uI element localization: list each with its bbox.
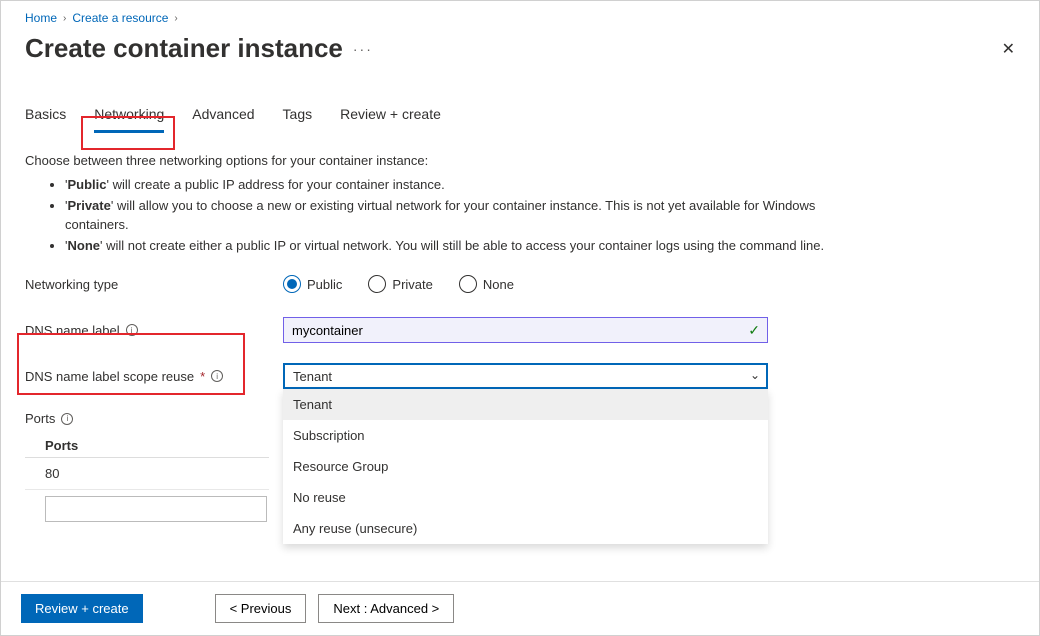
review-create-button[interactable]: Review + create [21, 594, 143, 623]
dns-scope-label: DNS name label scope reuse [25, 369, 194, 384]
dropdown-item-no-reuse[interactable]: No reuse [283, 482, 768, 513]
tab-advanced[interactable]: Advanced [192, 106, 254, 133]
tab-review[interactable]: Review + create [340, 106, 441, 133]
tab-basics[interactable]: Basics [25, 106, 66, 133]
check-icon: ✓ [748, 322, 760, 339]
dns-scope-dropdown: Tenant Subscription Resource Group No re… [283, 389, 768, 544]
radio-public[interactable]: Public [283, 275, 342, 293]
ports-column-header: Ports [25, 432, 269, 458]
networking-type-radios: Public Private None [283, 275, 768, 293]
bullet-public: 'Public' will create a public IP address… [65, 176, 825, 195]
breadcrumb-create-resource[interactable]: Create a resource [72, 11, 168, 25]
page-title: Create container instance [25, 33, 343, 64]
next-button[interactable]: Next : Advanced > [318, 594, 454, 623]
breadcrumb: Home › Create a resource › [25, 11, 1015, 25]
tab-tags[interactable]: Tags [283, 106, 313, 133]
bullet-private: 'Private' will allow you to choose a new… [65, 197, 825, 235]
radio-none[interactable]: None [459, 275, 514, 293]
dns-scope-select[interactable]: Tenant ⌄ [283, 363, 768, 389]
intro-text: Choose between three networking options … [25, 153, 785, 168]
dropdown-item-tenant[interactable]: Tenant [283, 389, 768, 420]
info-icon[interactable]: i [61, 413, 73, 425]
dns-name-label: DNS name label [25, 323, 120, 338]
ports-label: Ports [25, 411, 55, 426]
close-icon[interactable]: ✕ [1002, 39, 1015, 59]
tabs: Basics Networking Advanced Tags Review +… [25, 106, 1015, 133]
chevron-down-icon: ⌄ [750, 368, 760, 382]
tab-networking[interactable]: Networking [94, 106, 164, 133]
dropdown-item-subscription[interactable]: Subscription [283, 420, 768, 451]
bullet-none: 'None' will not create either a public I… [65, 237, 825, 256]
radio-dot-icon [283, 275, 301, 293]
radio-private[interactable]: Private [368, 275, 432, 293]
dropdown-item-resource-group[interactable]: Resource Group [283, 451, 768, 482]
info-icon[interactable]: i [211, 370, 223, 382]
radio-dot-icon [459, 275, 477, 293]
port-input-new[interactable] [45, 496, 267, 522]
port-row[interactable]: 80 [25, 458, 269, 490]
dropdown-item-any-reuse[interactable]: Any reuse (unsecure) [283, 513, 768, 544]
footer: Review + create < Previous Next : Advanc… [1, 581, 1039, 635]
create-container-page: Home › Create a resource › Create contai… [0, 0, 1040, 636]
previous-button[interactable]: < Previous [215, 594, 307, 623]
dns-name-input[interactable] [283, 317, 768, 343]
radio-dot-icon [368, 275, 386, 293]
info-icon[interactable]: i [126, 324, 138, 336]
intro-bullets: 'Public' will create a public IP address… [65, 176, 825, 255]
ports-table: Ports 80 [25, 432, 269, 522]
chevron-right-icon: › [174, 13, 177, 24]
chevron-right-icon: › [63, 13, 66, 24]
networking-type-label: Networking type [25, 277, 283, 292]
required-indicator: * [200, 369, 205, 384]
more-icon[interactable]: ··· [353, 41, 373, 57]
breadcrumb-home[interactable]: Home [25, 11, 57, 25]
